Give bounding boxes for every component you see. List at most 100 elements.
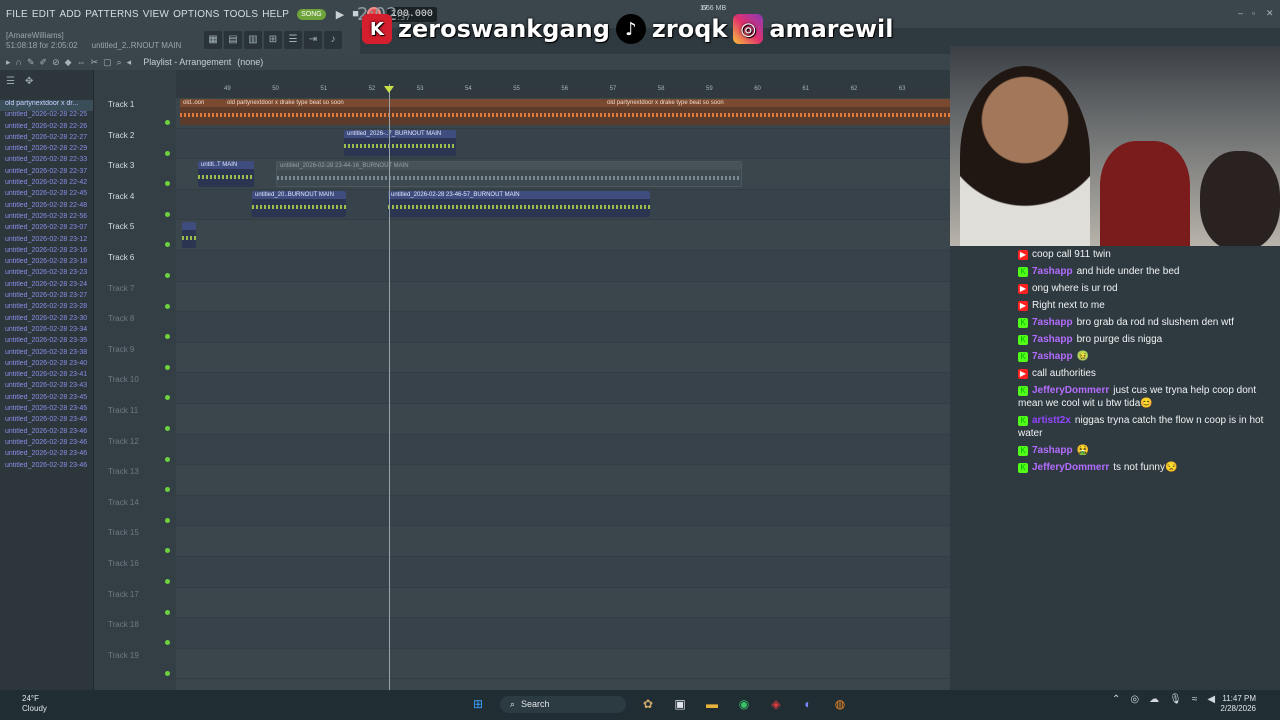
browser-item[interactable]: untitled_2026-02-28 23-45 [0, 394, 93, 405]
channel-rack-icon[interactable]: ▥ [244, 31, 262, 49]
track-mute-indicator[interactable] [165, 426, 170, 431]
menu-help[interactable]: HELP [262, 9, 289, 20]
playhead-marker[interactable] [384, 86, 394, 93]
track-mute-indicator[interactable] [165, 670, 170, 676]
browser-item[interactable]: untitled_2026-02-28 22-45 [0, 190, 93, 201]
browser-item[interactable]: untitled_2026-02-28 23-30 [0, 315, 93, 326]
audio-clip[interactable] [182, 222, 196, 248]
close-icon[interactable]: ✕ [1266, 8, 1274, 19]
browser-move-icon[interactable]: ✥ [25, 76, 33, 94]
track-lane[interactable] [176, 465, 950, 496]
browser-item[interactable]: untitled_2026-02-28 23-43 [0, 382, 93, 393]
chrome-icon[interactable]: ◉ [734, 694, 754, 714]
track-label[interactable]: Track 17 [108, 590, 139, 599]
track-mute-indicator[interactable] [165, 364, 170, 370]
browser-item[interactable]: untitled_2026-02-28 23-12 [0, 236, 93, 247]
track-mute-indicator[interactable] [165, 548, 170, 554]
track-label[interactable]: Track 14 [108, 498, 139, 507]
track-lane[interactable] [176, 373, 950, 404]
audio-clip[interactable]: untitl..T MAIN [198, 161, 254, 187]
slice-icon[interactable]: ✂ [91, 57, 99, 68]
track-label[interactable]: Track 19 [108, 651, 139, 660]
arrangement-grid[interactable]: old..oon old partynextdoor x drake type b… [176, 84, 950, 690]
browser-item[interactable]: untitled_2026-02-28 22-56 [0, 213, 93, 224]
minimize-icon[interactable]: – [1238, 8, 1243, 18]
audio-clip[interactable]: untitled_2026-02-28 23-46-57_BURNOUT MAI… [388, 191, 650, 217]
audio-clip[interactable]: old partynextdoor x drake type beat so s… [604, 99, 950, 125]
track-label[interactable]: Track 13 [108, 467, 139, 476]
browser-item[interactable]: untitled_2026-02-28 23-46 [0, 428, 93, 439]
browser-item[interactable]: untitled_2026-02-28 23-18 [0, 258, 93, 269]
audio-clip[interactable]: untitled_20..BURNOUT MAIN [252, 191, 346, 217]
track-lane[interactable] [176, 618, 950, 649]
track-lane[interactable] [176, 495, 950, 527]
clock[interactable]: 11:47 PM 2/28/2026 [1206, 694, 1256, 714]
browser-item[interactable]: untitled_2026-02-28 22-25 [0, 111, 93, 122]
browser-item[interactable]: untitled_2026-02-28 22-48 [0, 202, 93, 213]
mute-icon[interactable]: ◆ [65, 57, 72, 68]
browser-item[interactable]: untitled_2026-02-28 22-33 [0, 156, 93, 167]
track-mute-indicator[interactable] [165, 517, 170, 523]
mixer-icon[interactable]: ⊞ [264, 31, 282, 49]
slip-icon[interactable]: ⇔ [77, 57, 86, 68]
audio-clip[interactable]: untitled_2026-02-28 23-44-16_BURNOUT MAI… [276, 161, 742, 187]
track-mute-indicator[interactable] [165, 640, 170, 646]
track-label[interactable]: Track 4 [108, 192, 134, 201]
browser-icon[interactable]: ☰ [284, 31, 302, 49]
track-label[interactable]: Track 15 [108, 528, 139, 537]
browser-item[interactable]: untitled_2026-02-28 23-27 [0, 292, 93, 303]
task-view-icon[interactable]: ▣ [670, 694, 690, 714]
audio-clip[interactable]: old partynextdoor x drake type beat so s… [224, 99, 604, 125]
playlist-icon[interactable]: ▦ [204, 31, 222, 49]
track-mute-indicator[interactable] [165, 395, 170, 401]
fl-studio-icon[interactable]: ◍ [830, 694, 850, 714]
zoom-icon[interactable]: ⌕ [117, 57, 122, 68]
draw-icon[interactable]: ✎ [27, 57, 35, 68]
track-lane[interactable] [176, 588, 950, 619]
track-lane[interactable] [176, 557, 950, 588]
browser-item[interactable]: untitled_2026-02-28 22-29 [0, 145, 93, 156]
track-label[interactable]: Track 10 [108, 375, 139, 384]
menu-file[interactable]: FILE [6, 9, 28, 20]
song-mode-toggle[interactable]: SONG [297, 8, 326, 20]
widgets-icon[interactable]: ✿ [638, 694, 658, 714]
menu-tools[interactable]: TOOLS [223, 9, 258, 20]
start-icon[interactable]: ⊞ [468, 694, 488, 714]
track-label[interactable]: Track 11 [108, 406, 138, 415]
playback-icon[interactable]: ◂ [127, 57, 132, 68]
browser-options-icon[interactable]: ☰ [6, 76, 15, 94]
track-mute-indicator[interactable] [165, 487, 170, 493]
playhead[interactable] [389, 84, 390, 690]
discord-icon[interactable]: ◐ [798, 694, 818, 714]
track-mute-indicator[interactable] [165, 303, 170, 309]
track-lane[interactable] [176, 220, 950, 251]
browser-item[interactable]: untitled_2026-02-28 23-40 [0, 360, 93, 371]
browser-item[interactable]: untitled_2026-02-28 22-37 [0, 168, 93, 179]
browser-item[interactable]: untitled_2026-02-28 23-28 [0, 303, 93, 314]
audio-clip[interactable]: old..oon [180, 99, 224, 125]
browser-item[interactable]: untitled_2026-02-28 23-34 [0, 326, 93, 337]
track-lane[interactable] [176, 434, 950, 466]
browser-item[interactable]: untitled_2026-02-28 23-46 [0, 450, 93, 461]
track-lane[interactable] [176, 404, 950, 435]
mic-tray-icon[interactable]: 🎙 [1169, 694, 1182, 705]
track-label[interactable]: Track 1 [108, 100, 134, 109]
weather-widget[interactable]: 24°F Cloudy [22, 694, 47, 714]
file-explorer-icon[interactable]: ▬ [702, 694, 722, 714]
magnet-icon[interactable]: ∩ [16, 57, 22, 68]
browser-item[interactable]: untitled_2026-02-28 23-35 [0, 337, 93, 348]
delete-icon[interactable]: ⊘ [52, 57, 60, 68]
menu-edit[interactable]: EDIT [32, 9, 56, 20]
track-mute-indicator[interactable] [165, 579, 170, 584]
menu-patterns[interactable]: PATTERNS [85, 9, 138, 20]
browser-item[interactable]: untitled_2026-02-28 23-24 [0, 281, 93, 292]
track-mute-indicator[interactable] [165, 181, 170, 187]
browser-item[interactable]: untitled_2026-02-28 23-16 [0, 247, 93, 258]
track-label[interactable]: Track 3 [108, 161, 134, 170]
track-label[interactable]: Track 2 [108, 131, 134, 140]
maximize-icon[interactable]: ▫ [1252, 8, 1255, 18]
play-icon[interactable]: ▶ [336, 8, 344, 21]
track-label[interactable]: Track 5 [108, 222, 134, 231]
track-label[interactable]: Track 9 [108, 345, 134, 354]
tray-chevron-icon[interactable]: ⌃ [1112, 694, 1120, 705]
